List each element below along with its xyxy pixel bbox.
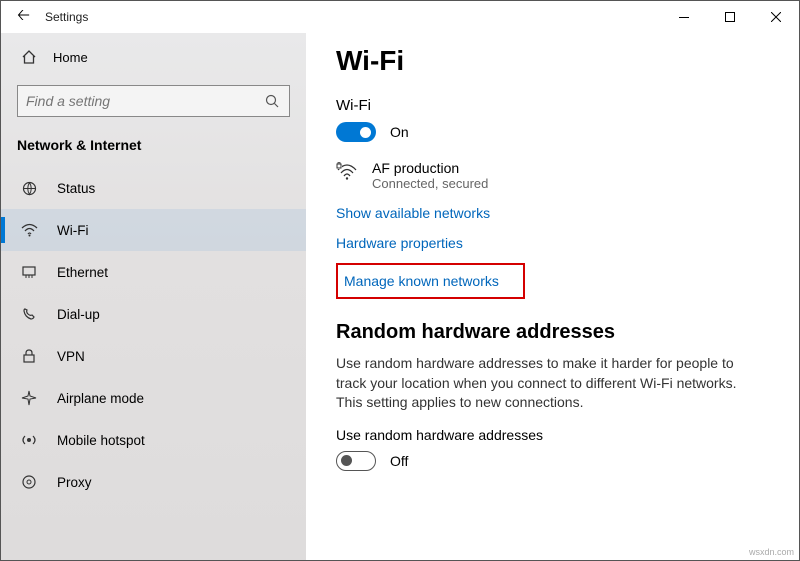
wifi-toggle[interactable] xyxy=(336,122,376,142)
nav-label: Airplane mode xyxy=(57,391,144,406)
random-heading: Random hardware addresses xyxy=(336,321,769,344)
dialup-icon xyxy=(21,306,39,322)
main-panel: Wi-Fi Wi-Fi On AF production Connected, … xyxy=(306,33,799,560)
nav-ethernet[interactable]: Ethernet xyxy=(1,251,306,293)
nav-airplane[interactable]: Airplane mode xyxy=(1,377,306,419)
attribution: wsxdn.com xyxy=(749,547,794,557)
page-heading: Wi-Fi xyxy=(336,45,769,77)
wifi-icon xyxy=(21,223,39,237)
nav-label: Wi-Fi xyxy=(57,223,88,238)
search-icon xyxy=(265,94,281,108)
proxy-icon xyxy=(21,474,39,490)
wifi-secured-icon xyxy=(336,160,358,182)
back-button[interactable]: 🡠 xyxy=(9,4,45,31)
random-toggle[interactable] xyxy=(336,451,376,471)
nav-label: Status xyxy=(57,181,95,196)
current-network[interactable]: AF production Connected, secured xyxy=(336,160,769,191)
link-manage-networks[interactable]: Manage known networks xyxy=(344,273,499,289)
link-show-networks[interactable]: Show available networks xyxy=(336,205,769,221)
maximize-button[interactable] xyxy=(707,1,753,33)
maximize-icon xyxy=(725,12,735,22)
wifi-section-label: Wi-Fi xyxy=(336,97,769,114)
nav-label: Proxy xyxy=(57,475,92,490)
vpn-icon xyxy=(21,348,39,364)
nav-label: Dial-up xyxy=(57,307,100,322)
title-bar: 🡠 Settings xyxy=(1,1,799,33)
minimize-button[interactable] xyxy=(661,1,707,33)
network-status: Connected, secured xyxy=(372,176,488,191)
nav-label: Ethernet xyxy=(57,265,108,280)
link-hardware-properties[interactable]: Hardware properties xyxy=(336,235,769,251)
close-icon xyxy=(771,12,781,22)
status-icon xyxy=(21,180,39,197)
wifi-toggle-label: On xyxy=(390,124,409,140)
random-toggle-state: Off xyxy=(390,453,408,469)
network-name: AF production xyxy=(372,160,488,176)
section-header: Network & Internet xyxy=(1,131,306,167)
window-title: Settings xyxy=(45,10,88,24)
nav-vpn[interactable]: VPN xyxy=(1,335,306,377)
hotspot-icon xyxy=(21,432,39,448)
nav-proxy[interactable]: Proxy xyxy=(1,461,306,503)
home-nav[interactable]: Home xyxy=(1,37,306,77)
random-toggle-label: Use random hardware addresses xyxy=(336,427,769,443)
close-button[interactable] xyxy=(753,1,799,33)
nav-status[interactable]: Status xyxy=(1,167,306,209)
home-label: Home xyxy=(53,50,88,65)
home-icon xyxy=(21,49,37,65)
sidebar: Home Network & Internet Status Wi-Fi Eth… xyxy=(1,33,306,560)
search-input[interactable] xyxy=(26,93,265,109)
highlight-box: Manage known networks xyxy=(336,263,525,299)
nav-label: VPN xyxy=(57,349,85,364)
search-box[interactable] xyxy=(17,85,290,117)
nav-wifi[interactable]: Wi-Fi xyxy=(1,209,306,251)
nav-label: Mobile hotspot xyxy=(57,433,145,448)
airplane-icon xyxy=(21,390,39,406)
nav-dialup[interactable]: Dial-up xyxy=(1,293,306,335)
random-description: Use random hardware addresses to make it… xyxy=(336,354,756,413)
ethernet-icon xyxy=(21,265,39,279)
nav-hotspot[interactable]: Mobile hotspot xyxy=(1,419,306,461)
minimize-icon xyxy=(679,17,689,18)
